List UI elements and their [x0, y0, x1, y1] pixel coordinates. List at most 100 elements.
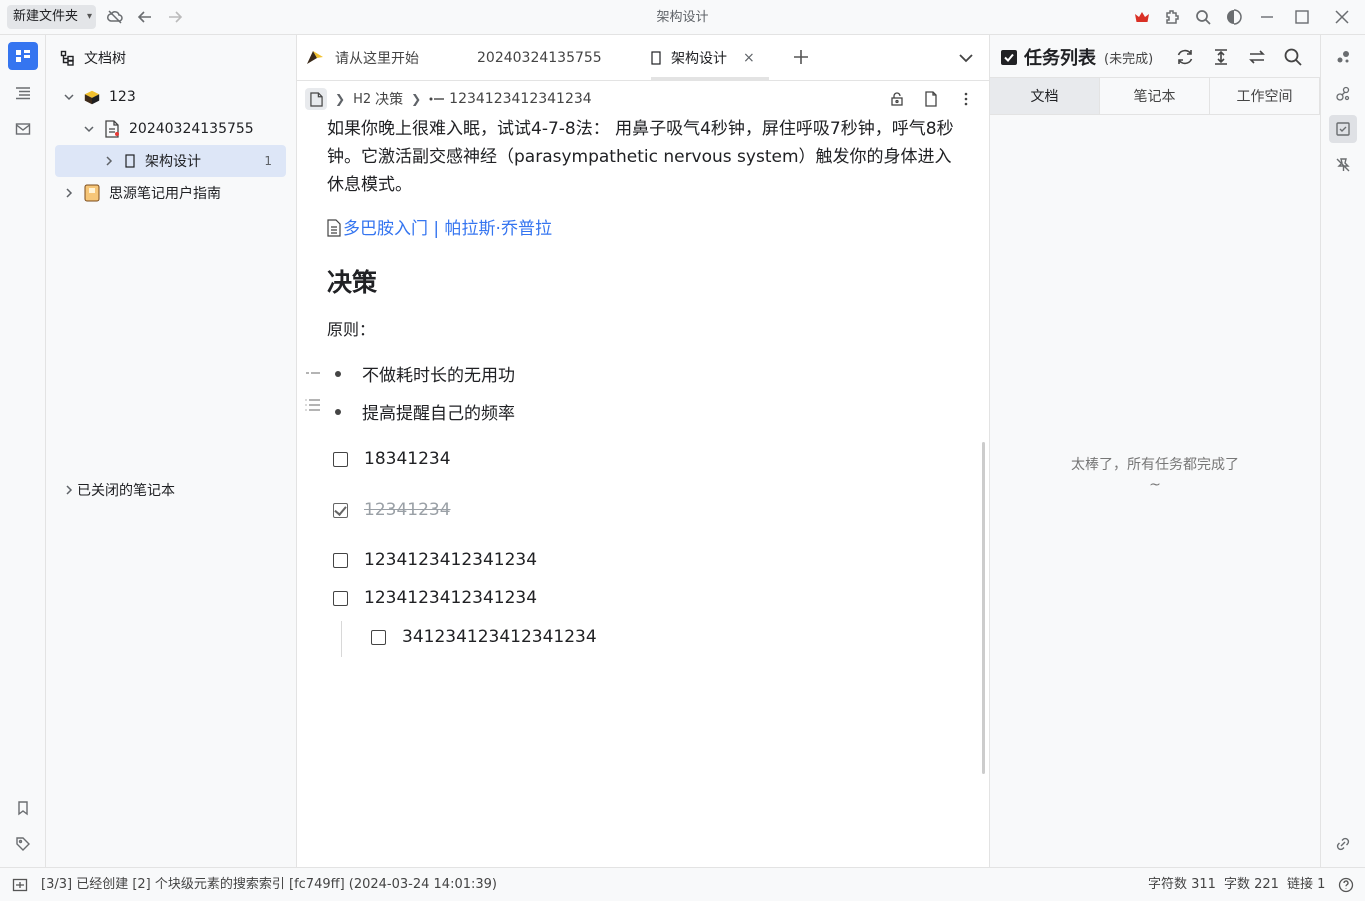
- breadcrumb: ❯ H2 决策 ❯ 1234123412341234: [297, 82, 990, 116]
- breadcrumb-heading[interactable]: 决策: [375, 89, 403, 109]
- task-item[interactable]: 18341234: [333, 449, 451, 469]
- chevron-right-icon[interactable]: [63, 187, 75, 199]
- tab-document[interactable]: 文档: [990, 78, 1100, 114]
- tree-item-label: 20240324135755: [129, 121, 254, 137]
- dock-toggle-icon[interactable]: [12, 877, 28, 893]
- help-icon[interactable]: [1338, 877, 1354, 893]
- right-dock: [1321, 35, 1365, 867]
- inbox-icon[interactable]: [8, 115, 38, 143]
- readonly-lock-icon[interactable]: [889, 91, 905, 107]
- link-icon[interactable]: [1329, 830, 1357, 858]
- list-item[interactable]: 不做耗时长的无用功: [335, 361, 515, 386]
- notebook-123[interactable]: 123: [55, 81, 286, 113]
- theme-mode-icon[interactable]: [1225, 8, 1243, 26]
- list-item-text: 提高提醒自己的频率: [362, 404, 515, 424]
- workspace-label: 新建文件夹: [13, 9, 79, 24]
- new-tab-plus-icon[interactable]: [791, 47, 811, 67]
- blank-doc-icon: [651, 51, 661, 65]
- task-checkbox[interactable]: [333, 451, 348, 467]
- left-dock: [0, 35, 46, 867]
- list-handle-icon[interactable]: [304, 396, 322, 414]
- char-count: 字符数 311: [1148, 877, 1216, 892]
- search-icon[interactable]: [1194, 8, 1212, 26]
- chevron-down-icon[interactable]: [83, 123, 95, 135]
- crown-icon[interactable]: [1133, 8, 1151, 26]
- file-tree-panel: 文档树 123 20240324135755 架构设计 1 思源笔记用户指南 已…: [46, 35, 297, 867]
- doc-icon[interactable]: [305, 88, 327, 110]
- refresh-icon[interactable]: [1175, 47, 1195, 67]
- cloud-off-icon[interactable]: [106, 8, 124, 26]
- task-filter[interactable]: (未完成): [1104, 48, 1153, 67]
- block-handle-icon[interactable]: [304, 364, 322, 382]
- task-text: 341234123412341234: [402, 627, 597, 647]
- ref-count-badge: 1: [264, 154, 272, 168]
- file-tree-header: 文档树: [46, 35, 296, 81]
- document-icon: [327, 219, 341, 237]
- maximize-icon[interactable]: [1293, 8, 1311, 26]
- forward-arrow-icon[interactable]: [166, 8, 184, 26]
- doc-20240324135755[interactable]: 20240324135755: [55, 113, 286, 145]
- chevron-down-icon[interactable]: [63, 91, 75, 103]
- tag-icon[interactable]: [8, 830, 38, 858]
- principle-text[interactable]: 原则：: [327, 316, 375, 340]
- editor-panel: 请从这里开始 20240324135755 架构设计 × ❯ H2 决策 ❯ 1…: [297, 35, 990, 867]
- notebook-user-guide[interactable]: 思源笔记用户指南: [55, 177, 286, 209]
- tab-architecture[interactable]: 架构设计 ×: [651, 35, 769, 81]
- task-item-nested[interactable]: 341234123412341234: [371, 627, 597, 647]
- task-checkbox-checked[interactable]: [333, 502, 348, 518]
- tab-close-button[interactable]: ×: [743, 50, 755, 66]
- task-text: 12341234: [364, 500, 451, 520]
- task-checkbox[interactable]: [333, 552, 348, 568]
- task-item-done[interactable]: 12341234: [333, 500, 451, 520]
- task-item[interactable]: 1234123412341234: [333, 550, 537, 570]
- tab-20240324135755[interactable]: 20240324135755: [477, 35, 602, 81]
- chevron-right-icon: ❯: [411, 92, 422, 106]
- tab-label: 架构设计: [671, 51, 727, 67]
- heading-tag: H2: [353, 91, 372, 107]
- tab-workspace[interactable]: 工作空间: [1210, 78, 1320, 114]
- outline-icon[interactable]: [8, 79, 38, 107]
- minimize-icon[interactable]: [1258, 8, 1276, 26]
- task-checkbox[interactable]: [333, 590, 348, 606]
- graph-icon[interactable]: [1329, 43, 1357, 71]
- list-item[interactable]: 提高提醒自己的频率: [335, 399, 515, 424]
- task-list-icon[interactable]: [1329, 115, 1357, 143]
- task-list-panel: 任务列表 (未完成) 文档 笔记本 工作空间 太棒了，所有任务都完成了~: [990, 35, 1321, 867]
- chevron-right-icon[interactable]: [103, 155, 115, 167]
- switch-icon[interactable]: [1247, 47, 1267, 67]
- chevron-right-icon[interactable]: [63, 484, 75, 496]
- task-text: 1234123412341234: [364, 550, 538, 570]
- workspace-button[interactable]: 新建文件夹 ▾: [7, 5, 97, 29]
- task-list-title: 任务列表: [1024, 48, 1096, 69]
- paragraph[interactable]: 如果你晚上很难入眠，试试4-7-8法： 用鼻子吸气4秒钟，屏住呼吸7秒钟，呼气8…: [327, 115, 957, 199]
- more-vertical-icon[interactable]: [958, 91, 974, 107]
- tab-notebook[interactable]: 笔记本: [1100, 78, 1210, 114]
- heading-decision[interactable]: 决策: [327, 263, 377, 299]
- status-bar: [3/3] 已经创建 [2] 个块级元素的搜索索引 [fc749ff] (202…: [0, 867, 1365, 901]
- close-icon[interactable]: [1333, 8, 1351, 26]
- task-item[interactable]: 1234123412341234: [333, 588, 537, 608]
- editor-scrollbar[interactable]: [982, 442, 985, 774]
- closed-notebooks[interactable]: 已关闭的笔记本: [55, 474, 286, 506]
- plugin-icon[interactable]: [1163, 8, 1181, 26]
- doc-link[interactable]: 多巴胺入门 | 帕拉斯·乔普拉: [327, 214, 552, 239]
- word-count: 字数 221: [1224, 877, 1279, 892]
- tree-item-label: 架构设计: [145, 154, 201, 170]
- file-tree-icon[interactable]: [8, 42, 38, 70]
- doc-architecture[interactable]: 架构设计 1: [55, 145, 286, 177]
- guide-book-icon: [83, 184, 101, 202]
- doc-menu-icon[interactable]: [923, 91, 939, 107]
- bullet-dot: [335, 408, 341, 415]
- relation-graph-icon[interactable]: [1329, 80, 1357, 108]
- breadcrumb-item[interactable]: 1234123412341234: [449, 91, 592, 107]
- tab-list-chevron-icon[interactable]: [957, 49, 975, 67]
- bookmark-icon[interactable]: [8, 794, 38, 822]
- tab-start-here[interactable]: 请从这里开始: [305, 35, 419, 81]
- back-arrow-icon[interactable]: [136, 8, 154, 26]
- search-icon[interactable]: [1283, 47, 1303, 67]
- pin-off-icon[interactable]: [1329, 151, 1357, 179]
- expand-icon[interactable]: [1211, 47, 1231, 67]
- list-item-icon: [429, 97, 445, 101]
- window-title: 架构设计: [656, 10, 709, 25]
- task-checkbox[interactable]: [371, 629, 386, 645]
